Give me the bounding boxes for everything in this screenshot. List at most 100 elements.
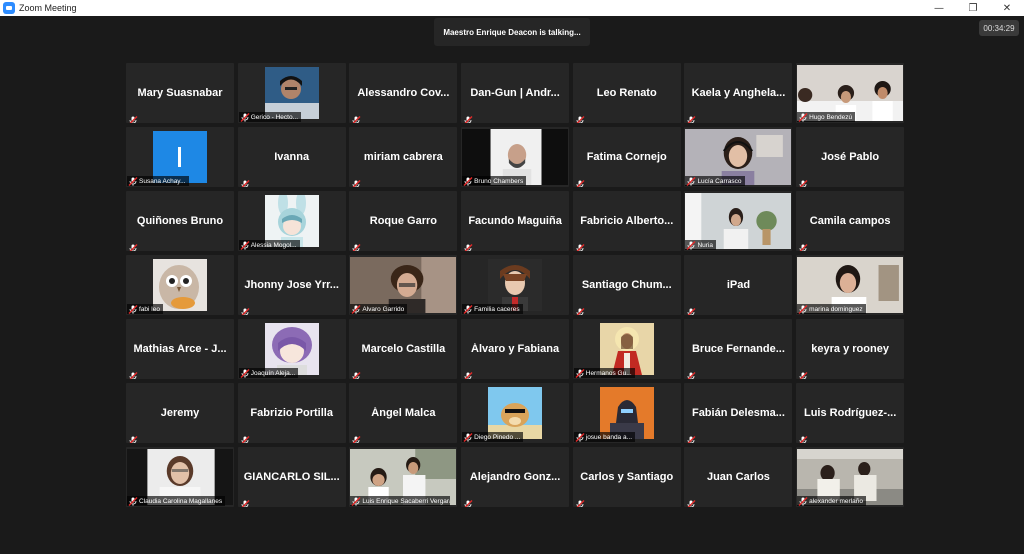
participant-name: Nuria <box>697 241 713 249</box>
participant-tile-mathias-arce-j[interactable]: Mathias Arce - J... <box>126 319 234 379</box>
participant-tile-gerico-hecto[interactable]: Gerico - Hecto... <box>237 63 346 123</box>
muted-mic-icon <box>128 497 138 506</box>
participant-name: Fabrizio Portilla <box>250 407 333 419</box>
muted-mic-icon <box>798 305 808 314</box>
participant-name-label: Alvaro Garrido <box>350 304 408 314</box>
muted-mic-icon <box>686 304 696 315</box>
muted-mic-icon <box>128 177 138 186</box>
participant-tile-fatima-cornejo[interactable]: Fatima Cornejo <box>572 127 681 187</box>
participant-tile-lucia-carrasco[interactable]: Lucía Carrasco <box>684 127 793 187</box>
participant-name-label: Gerico - Hecto... <box>238 112 302 122</box>
participant-name: Bruce Fernande... <box>691 343 785 355</box>
participant-name: iPad <box>726 279 751 291</box>
muted-mic-icon <box>240 432 250 443</box>
participant-name-label: Lucía Carrasco <box>685 176 745 186</box>
participant-tile-jhonny-jose-yrr[interactable]: Jhonny Jose Yrr... <box>237 255 346 315</box>
zoom-app-icon <box>3 2 15 14</box>
participant-tile-dan-gun-andr[interactable]: Dan-Gun | Andr... <box>461 63 570 123</box>
participant-name: Jhonny Jose Yrr... <box>244 279 339 291</box>
participant-tile-fabrizio-portilla[interactable]: Fabrizio Portilla <box>237 383 346 443</box>
muted-mic-icon <box>575 240 585 251</box>
participant-tile-giancarlo-sil[interactable]: GIANCARLO SIL... <box>237 447 346 507</box>
muted-mic-icon <box>240 241 250 250</box>
participant-tile-quinones-bruno[interactable]: Quiñones Bruno <box>126 191 234 251</box>
participant-tile-kaela-y-anghela[interactable]: Kaela y Anghela... <box>684 63 793 123</box>
muted-mic-icon <box>240 113 250 122</box>
muted-mic-icon <box>798 432 808 443</box>
participant-tile-santiago-chum[interactable]: Santiago Chum... <box>572 255 681 315</box>
participant-name: Luis Enrique Sacaberri Vergara <box>362 497 451 505</box>
participant-tile-alvaro-y-fabiana[interactable]: Álvaro y Fabiana <box>461 319 570 379</box>
participant-name: Luis Rodríguez-... <box>803 407 897 419</box>
participant-name-label: Hugo Bendezú <box>797 112 856 122</box>
participant-tile-ipad[interactable]: iPad <box>684 255 793 315</box>
participant-tile-luis-rodriguez[interactable]: Luis Rodríguez-... <box>796 383 905 443</box>
participant-tile-keyra-y-rooney[interactable]: keyra y rooney <box>796 319 905 379</box>
participant-tile-fabricio-alberto[interactable]: Fabricio Alberto... <box>572 191 681 251</box>
participant-tile-fabi-leo[interactable]: fabi leo <box>126 255 234 315</box>
gallery-grid: Mary Suasnabar Gerico - Hecto... Alessandr… <box>126 63 905 507</box>
close-button[interactable]: ✕ <box>990 0 1024 16</box>
participant-tile-miriam-cabrera[interactable]: miriam cabrera <box>349 127 458 187</box>
participant-tile-facundo-maguina[interactable]: Facundo Maguiña <box>461 191 570 251</box>
participant-name: Fabricio Alberto... <box>580 215 674 227</box>
participant-tile-nuria[interactable]: Nuria <box>684 191 793 251</box>
participant-tile-alexander-merlano[interactable]: alexander merlaño <box>796 447 905 507</box>
participant-tile-joaquin-aleja[interactable]: Joaquín Aleja... <box>237 319 346 379</box>
participant-tile-marcelo-castilla[interactable]: Marcelo Castilla <box>349 319 458 379</box>
participant-name: fabi leo <box>139 305 160 313</box>
participant-name-label: josue banda a... <box>573 432 636 442</box>
participant-tile-marina-dominguez[interactable]: marina dominguez <box>796 255 905 315</box>
participant-name-label: Familia caceres <box>462 304 523 314</box>
participant-name: Ángel Malca <box>371 407 436 419</box>
participant-tile-juan-carlos[interactable]: Juan Carlos <box>684 447 793 507</box>
participant-name: Hugo Bendezú <box>809 113 853 121</box>
participant-tile-hermanos-gu[interactable]: Hermanos Gu... <box>572 319 681 379</box>
participant-tile-diego-pinedo[interactable]: Diego Pinedo ... <box>461 383 570 443</box>
participant-tile-jose-pablo[interactable]: José Pablo <box>796 127 905 187</box>
participant-name: Fatima Cornejo <box>586 151 667 163</box>
meeting-stage: Maestro Enrique Deacon is talking... 00:… <box>0 16 1024 554</box>
participant-tile-carlos-y-santiago[interactable]: Carlos y Santiago <box>572 447 681 507</box>
participant-tile-alessandro-cov[interactable]: Alessandro Cov... <box>349 63 458 123</box>
participant-tile-alessia-mogol[interactable]: Alessia Mogol... <box>237 191 346 251</box>
participant-tile-camila-campos[interactable]: Camila campos <box>796 191 905 251</box>
participant-name: GIANCARLO SIL... <box>243 471 340 483</box>
participant-name: Mary Suasnabar <box>137 87 223 99</box>
muted-mic-icon <box>686 112 696 123</box>
participant-tile-roque-garro[interactable]: Roque Garro <box>349 191 458 251</box>
participant-name: Fabián Delesma... <box>691 407 785 419</box>
participant-tile-susana-achay[interactable]: Susana Achay... <box>126 127 234 187</box>
participant-name: miriam cabrera <box>363 151 443 163</box>
participant-tile-luis-enrique-sacaberri-vergara[interactable]: Luis Enrique Sacaberri Vergara <box>349 447 458 507</box>
participant-tile-bruno-chambers[interactable]: Bruno Chambers <box>461 127 570 187</box>
muted-mic-icon <box>128 240 138 251</box>
participant-tile-josue-banda-a[interactable]: josue banda a... <box>572 383 681 443</box>
participant-name: Diego Pinedo ... <box>474 433 521 441</box>
participant-tile-hugo-bendezu[interactable]: Hugo Bendezú <box>796 63 905 123</box>
participant-name-label: Diego Pinedo ... <box>462 432 524 442</box>
participant-tile-leo-renato[interactable]: Leo Renato <box>572 63 681 123</box>
window-titlebar: Zoom Meeting — ❐ ✕ <box>0 0 1024 16</box>
participant-name: Marcelo Castilla <box>361 343 446 355</box>
participant-tile-claudia-carolina-magallanes[interactable]: Claudia Carolina Magallanes <box>126 447 234 507</box>
participant-name: Juan Carlos <box>706 471 770 483</box>
minimize-button[interactable]: — <box>922 0 956 16</box>
participant-tile-fabian-delesma[interactable]: Fabián Delesma... <box>684 383 793 443</box>
participant-tile-alvaro-garrido[interactable]: Alvaro Garrido <box>349 255 458 315</box>
participant-name: Susana Achay... <box>139 177 186 185</box>
participant-tile-mary-suasnabar[interactable]: Mary Suasnabar <box>126 63 234 123</box>
participant-name: Ivanna <box>274 151 310 163</box>
participant-tile-alejandro-gonz[interactable]: Alejandro Gonz... <box>461 447 570 507</box>
participant-tile-angel-malca[interactable]: Ángel Malca <box>349 383 458 443</box>
participant-tile-bruce-fernande[interactable]: Bruce Fernande... <box>684 319 793 379</box>
muted-mic-icon <box>240 369 250 378</box>
participant-tile-jeremy[interactable]: Jeremy <box>126 383 234 443</box>
restore-button[interactable]: ❐ <box>956 0 990 16</box>
participant-name: Hermanos Gu... <box>585 369 632 377</box>
participant-name-label: fabi leo <box>127 304 163 314</box>
participant-tile-familia-caceres[interactable]: Familia caceres <box>461 255 570 315</box>
muted-mic-icon <box>798 368 808 379</box>
participant-name: Mathias Arce - J... <box>133 343 227 355</box>
participant-tile-ivanna[interactable]: Ivanna <box>237 127 346 187</box>
